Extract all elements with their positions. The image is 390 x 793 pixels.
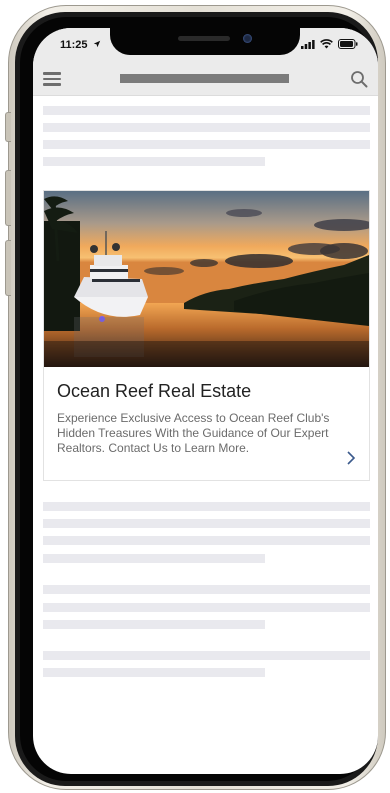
skeleton-line (43, 502, 370, 511)
skeleton-line (43, 668, 265, 677)
volume-up-button (5, 170, 11, 226)
earpiece-speaker (178, 36, 230, 41)
skeleton-line (43, 603, 370, 612)
battery-icon (338, 39, 358, 49)
card-title[interactable]: Ocean Reef Real Estate (57, 381, 251, 402)
skeleton-line (43, 536, 370, 545)
skeleton-line (43, 123, 370, 132)
location-arrow-icon (93, 40, 100, 48)
skeleton-line (43, 106, 370, 115)
skeleton-line (43, 620, 265, 629)
mute-switch (5, 112, 11, 142)
status-icons (301, 39, 358, 49)
phone-notch (110, 28, 300, 55)
header-title-placeholder (120, 74, 289, 83)
card-description: Experience Exclusive Access to Ocean Ree… (57, 411, 330, 455)
skeleton-line (43, 651, 370, 660)
status-time: 11:25 (60, 39, 101, 51)
search-icon[interactable] (350, 70, 368, 88)
yacht-sunset-photo (44, 191, 369, 367)
menu-line (43, 77, 61, 80)
volume-down-button (5, 240, 11, 296)
hamburger-menu-icon[interactable] (43, 72, 61, 86)
menu-line (43, 72, 61, 75)
cellular-signal-icon (301, 39, 315, 49)
skeleton-line (43, 585, 370, 594)
wifi-icon (320, 39, 333, 49)
chevron-right-icon[interactable] (345, 450, 357, 466)
skeleton-line (43, 554, 265, 563)
skeleton-line (43, 140, 370, 149)
menu-line (43, 83, 61, 86)
app-header (33, 62, 378, 96)
front-camera (243, 34, 252, 43)
promo-card[interactable]: Ocean Reef Real Estate Experience Exclus… (43, 190, 370, 481)
skeleton-line (43, 157, 265, 166)
phone-screen: 11:25 Ocean Reef Real Estate Experience … (33, 28, 378, 774)
status-time-text: 11:25 (60, 39, 88, 51)
skeleton-line (43, 519, 370, 528)
